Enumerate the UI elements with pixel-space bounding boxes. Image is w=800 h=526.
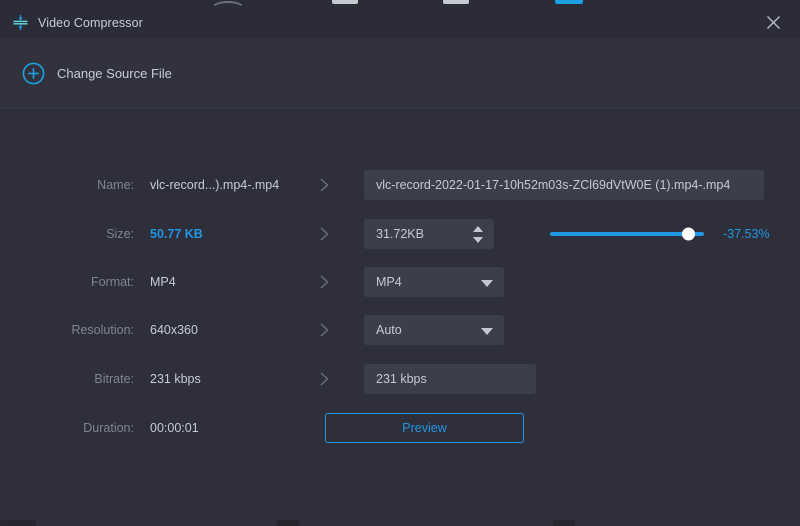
compression-slider-wrapper: -37.53%	[550, 219, 770, 249]
partial-active-tab-indicator[interactable]	[555, 0, 583, 4]
resolution-source-value: 640x360	[150, 323, 315, 337]
name-input-value: vlc-record-2022-01-17-10h52m03s-ZCl69dVt…	[376, 178, 730, 192]
size-input-value: 31.72KB	[364, 227, 424, 241]
source-file-toolbar: Change Source File	[0, 38, 800, 109]
name-source-value: vlc-record...).mp4-.mp4	[150, 178, 315, 192]
change-source-file-button[interactable]: Change Source File	[22, 62, 172, 85]
bitrate-input-value: 231 kbps	[376, 372, 427, 386]
duration-label: Duration:	[0, 421, 134, 435]
compression-ratio-label: -37.53%	[723, 227, 770, 241]
settings-row-format: Format: MP4 MP4	[0, 267, 800, 297]
stepper-down-icon[interactable]	[473, 237, 483, 243]
title-bar: Video Compressor	[0, 7, 800, 38]
window-title: Video Compressor	[38, 16, 143, 30]
partial-toolbar-item-2[interactable]	[443, 0, 469, 4]
bottom-partial-item-2	[277, 520, 299, 526]
format-label: Format:	[0, 275, 134, 289]
close-button[interactable]	[756, 7, 790, 38]
resolution-select[interactable]: Auto	[364, 315, 504, 345]
partial-toolbar-item-1[interactable]	[332, 0, 358, 4]
bitrate-input[interactable]: 231 kbps	[364, 364, 536, 394]
name-input[interactable]: vlc-record-2022-01-17-10h52m03s-ZCl69dVt…	[364, 170, 764, 200]
size-stepper-arrows	[473, 219, 485, 249]
resolution-label: Resolution:	[0, 323, 134, 337]
settings-row-bitrate: Bitrate: 231 kbps 231 kbps	[0, 364, 800, 394]
settings-row-name: Name: vlc-record...).mp4-.mp4 vlc-record…	[0, 170, 800, 200]
duration-source-value: 00:00:01	[150, 421, 315, 435]
compress-icon	[12, 14, 29, 31]
stepper-up-icon[interactable]	[473, 226, 483, 232]
size-stepper[interactable]: 31.72KB	[364, 219, 494, 249]
bottom-partial-item-3	[553, 520, 575, 526]
change-source-file-label: Change Source File	[57, 66, 172, 81]
plus-circle-icon	[22, 62, 45, 85]
chevron-right-icon	[315, 322, 333, 338]
settings-row-resolution: Resolution: 640x360 Auto	[0, 315, 800, 345]
size-source-value: 50.77 KB	[150, 227, 315, 241]
chevron-right-icon	[315, 177, 333, 193]
bottom-partial-item-1	[0, 520, 36, 526]
chevron-down-icon	[481, 280, 493, 287]
settings-row-size: Size: 50.77 KB 31.72KB -37.53%	[0, 219, 800, 249]
parent-window-strip	[0, 0, 800, 7]
settings-row-duration: Duration: 00:00:01 Preview	[0, 413, 800, 443]
compression-slider[interactable]	[550, 232, 704, 236]
resolution-select-value: Auto	[364, 323, 402, 337]
chevron-right-icon	[315, 371, 333, 387]
bottom-strip	[0, 516, 800, 526]
chevron-right-icon	[315, 226, 333, 242]
format-select-value: MP4	[364, 275, 402, 289]
size-label: Size:	[0, 227, 134, 241]
compression-settings-form: Name: vlc-record...).mp4-.mp4 vlc-record…	[0, 110, 800, 516]
format-select[interactable]: MP4	[364, 267, 504, 297]
format-source-value: MP4	[150, 275, 315, 289]
compression-slider-handle[interactable]	[682, 228, 695, 241]
bitrate-label: Bitrate:	[0, 372, 134, 386]
preview-button-label: Preview	[402, 421, 446, 435]
name-label: Name:	[0, 178, 134, 192]
chevron-right-icon	[315, 274, 333, 290]
preview-button[interactable]: Preview	[325, 413, 524, 443]
chevron-down-icon	[481, 328, 493, 335]
close-icon	[766, 15, 781, 30]
bitrate-source-value: 231 kbps	[150, 372, 315, 386]
